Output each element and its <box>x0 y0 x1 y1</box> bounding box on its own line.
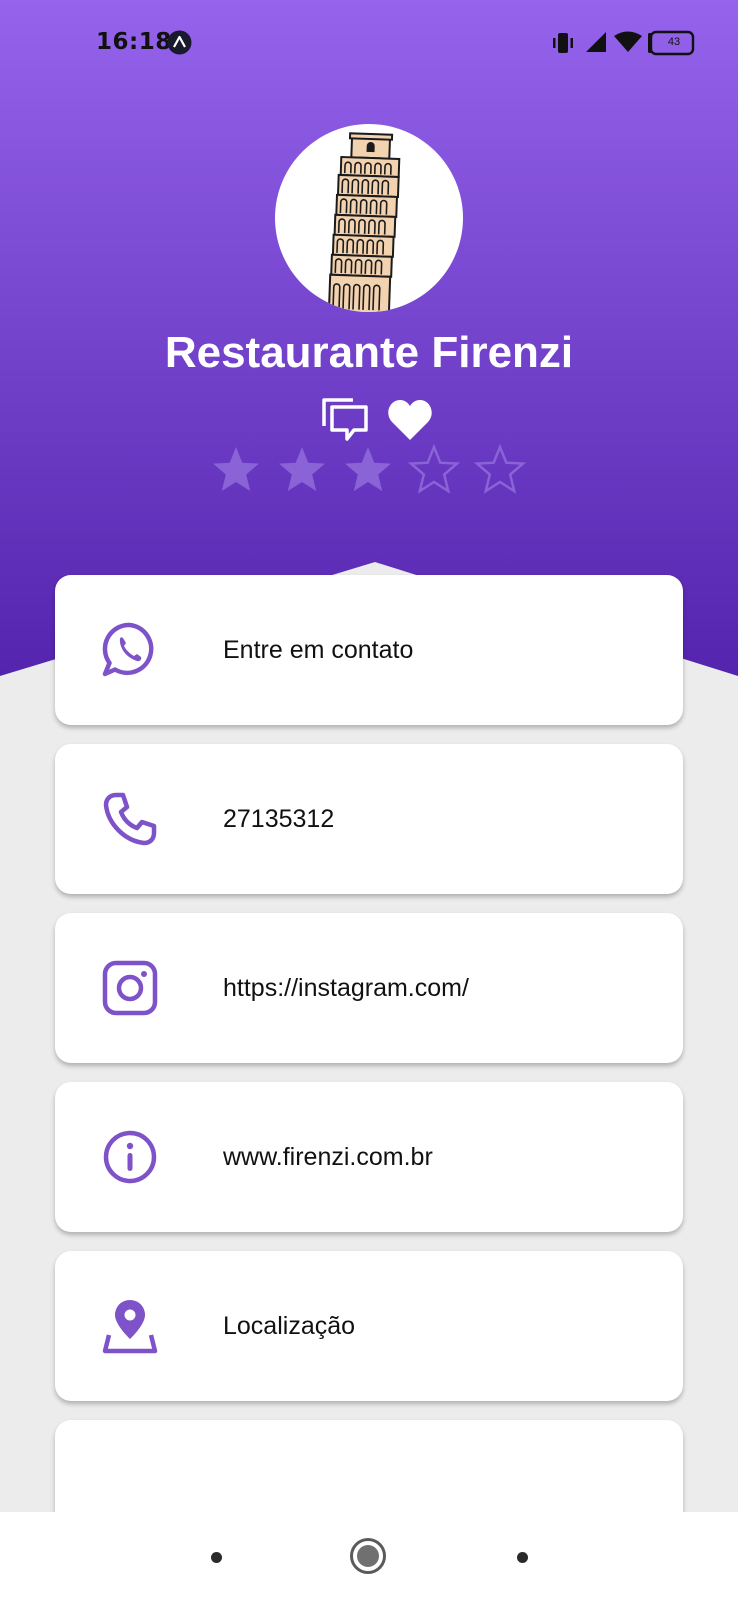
card-instagram[interactable]: https://instagram.com/ <box>55 913 683 1063</box>
star-rating[interactable] <box>210 444 530 496</box>
wifi-icon <box>614 31 642 52</box>
whatsapp-icon <box>102 622 154 677</box>
instagram-icon <box>102 960 158 1016</box>
status-time: 16:18 <box>96 29 172 55</box>
app-notification-icon <box>167 30 192 55</box>
vibrate-icon <box>553 33 573 53</box>
nav-back-button[interactable] <box>517 1552 528 1563</box>
card-label: 27135312 <box>223 805 335 833</box>
favorite-heart-icon[interactable] <box>386 397 434 443</box>
card-label: www.firenzi.com.br <box>223 1143 433 1171</box>
star-empty-5 <box>475 445 525 493</box>
card-whatsapp[interactable]: Entre em contato <box>55 575 683 725</box>
star-filled-1 <box>213 447 259 491</box>
card-label: https://instagram.com/ <box>223 974 469 1002</box>
card-label: Entre em contato <box>223 636 414 664</box>
card-phone[interactable]: 27135312 <box>55 744 683 894</box>
star-filled-2 <box>279 447 325 491</box>
status-bar: 16:18 43 <box>0 0 738 86</box>
comments-icon[interactable] <box>321 397 369 443</box>
card-location[interactable]: Localização <box>55 1251 683 1401</box>
system-navigation-bar <box>0 1512 738 1600</box>
battery-level: 43 <box>667 36 681 48</box>
restaurant-name: Restaurante Firenzi <box>164 328 574 377</box>
nav-home-button[interactable] <box>350 1538 386 1574</box>
card-label: Localização <box>223 1312 356 1340</box>
star-empty-4 <box>409 445 459 493</box>
nav-recents-button[interactable] <box>211 1552 222 1563</box>
restaurant-avatar <box>275 124 463 312</box>
leaning-tower-of-pisa-image <box>327 132 401 312</box>
phone-icon <box>103 792 157 846</box>
star-filled-3 <box>345 447 391 491</box>
card-website[interactable]: www.firenzi.com.br <box>55 1082 683 1232</box>
cell-signal-icon <box>586 32 606 52</box>
location-pin-icon <box>102 1300 158 1354</box>
info-icon <box>103 1130 157 1184</box>
